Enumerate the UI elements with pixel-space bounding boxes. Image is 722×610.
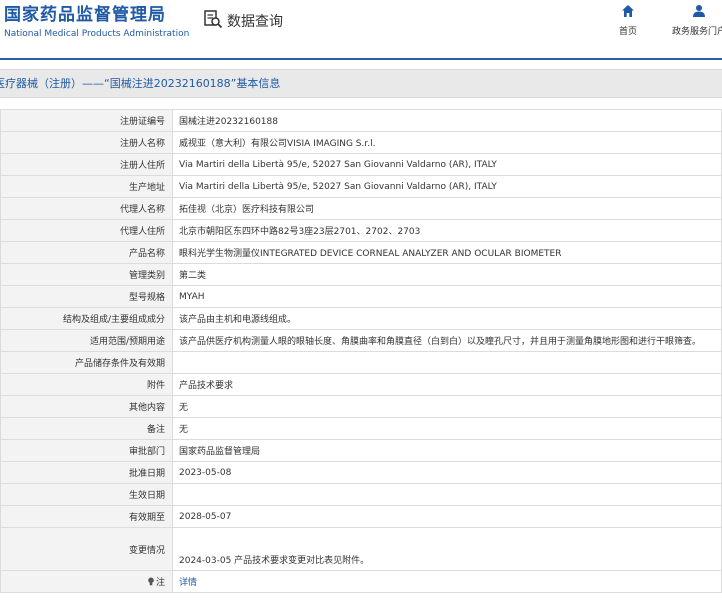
table-row: 批准日期 2023-05-08 <box>0 461 722 484</box>
table-row: 适用范围/预期用途 该产品供医疗机构测量人眼的眼轴长度、角膜曲率和角膜直径（白到白… <box>0 329 722 352</box>
table-row: 注册证编号 国械注进20232160188 <box>0 109 722 132</box>
field-label: 型号规格 <box>0 285 173 308</box>
field-value: Via Martiri della Libertà 95/e, 52027 Sa… <box>172 175 722 198</box>
table-row: 生产地址 Via Martiri della Libertà 95/e, 5202… <box>0 175 722 198</box>
table-row: 注 详情 <box>0 570 722 593</box>
site-header: 国家药品监督管理局 National Medical Products Admi… <box>0 0 722 60</box>
home-icon <box>621 3 635 22</box>
field-label: 批准日期 <box>0 461 173 484</box>
field-label: 变更情况 <box>0 527 173 571</box>
field-label: 审批部门 <box>0 439 173 462</box>
field-label: 注册人名称 <box>0 131 173 154</box>
table-row: 有效期至 2028-05-07 <box>0 505 722 528</box>
field-label-text: 注 <box>155 578 165 588</box>
field-value: 该产品供医疗机构测量人眼的眼轴长度、角膜曲率和角膜直径（白到白）以及瞳孔尺寸，并… <box>172 329 722 352</box>
table-row: 产品名称 眼科光学生物测量仪INTEGRATED DEVICE CORNEAL A… <box>0 241 722 264</box>
field-value: 2023-05-08 <box>172 461 722 484</box>
field-label: 注册人住所 <box>0 153 173 176</box>
field-label: 代理人名称 <box>0 197 173 220</box>
table-row: 附件 产品技术要求 <box>0 373 722 396</box>
table-row: 结构及组成/主要组成成分 该产品由主机和电源线组成。 <box>0 307 722 330</box>
nav-home-label: 首页 <box>618 27 637 37</box>
table-row: 代理人住所 北京市朝阳区东四环中路82号3座23层2701、2702、2703 <box>0 219 722 242</box>
title-gap <box>0 98 722 109</box>
logo-english-name: National Medical Products Administration <box>4 29 190 39</box>
field-value: 产品技术要求 <box>172 373 722 396</box>
field-label: 产品名称 <box>0 241 173 264</box>
field-label: 备注 <box>0 417 173 440</box>
field-value: 无 <box>172 395 722 418</box>
field-label: 生效日期 <box>0 483 173 506</box>
table-row: 注册人名称 威视亚（意大利）有限公司VISIA IMAGING S.r.l. <box>0 131 722 154</box>
detail-link[interactable]: 详情 <box>179 578 197 588</box>
field-value: 眼科光学生物测量仪INTEGRATED DEVICE CORNEAL ANALY… <box>172 241 722 264</box>
field-value: 威视亚（意大利）有限公司VISIA IMAGING S.r.l. <box>172 131 722 154</box>
field-value: 2024-03-05 产品技术要求变更对比表见附件。 <box>172 527 722 571</box>
table-row: 管理类别 第二类 <box>0 263 722 286</box>
field-value <box>172 351 722 374</box>
nav-gov-portal-label: 政务服务门户 <box>671 27 722 37</box>
lightbulb-icon <box>147 577 156 588</box>
nav-gov-portal[interactable]: 政务服务门户 <box>664 3 722 37</box>
logo-chinese-name: 国家药品监督管理局 <box>4 5 166 25</box>
field-label: 其他内容 <box>0 395 173 418</box>
site-logo[interactable]: 国家药品监督管理局 National Medical Products Admi… <box>4 4 189 40</box>
field-label: 注 <box>0 570 173 593</box>
table-row: 审批部门 国家药品监督管理局 <box>0 439 722 462</box>
field-label: 生产地址 <box>0 175 173 198</box>
field-value: 国家药品监督管理局 <box>172 439 722 462</box>
table-row: 产品储存条件及有效期 <box>0 351 722 374</box>
table-row: 变更情况 2024-03-05 产品技术要求变更对比表见附件。 <box>0 527 722 571</box>
data-search-icon <box>203 9 223 33</box>
field-value: Via Martiri della Libertà 95/e, 52027 Sa… <box>172 153 722 176</box>
page-title: 医疗器械（注册）——“国械注进20232160188”基本信息 <box>0 69 722 98</box>
field-label: 代理人住所 <box>0 219 173 242</box>
nav-home[interactable]: 首页 <box>612 3 644 37</box>
user-icon <box>692 3 706 22</box>
detail-table: 注册证编号 国械注进20232160188 注册人名称 威视亚（意大利）有限公司VIS… <box>0 109 722 593</box>
field-value: MYAH <box>172 285 722 308</box>
field-value: 详情 <box>172 570 722 593</box>
field-label: 注册证编号 <box>0 109 173 132</box>
table-row: 型号规格 MYAH <box>0 285 722 308</box>
field-value <box>172 483 722 506</box>
page-title-text: 医疗器械（注册）——“国械注进20232160188”基本信息 <box>0 77 281 90</box>
table-row: 备注无 <box>0 417 722 440</box>
field-label: 附件 <box>0 373 173 396</box>
field-value: 2028-05-07 <box>172 505 722 528</box>
table-row: 生效日期 <box>0 483 722 506</box>
field-value: 第二类 <box>172 263 722 286</box>
field-value: 北京市朝阳区东四环中路82号3座23层2701、2702、2703 <box>172 219 722 242</box>
field-label: 管理类别 <box>0 263 173 286</box>
field-value: 拓佳视（北京）医疗科技有限公司 <box>172 197 722 220</box>
field-label: 产品储存条件及有效期 <box>0 351 173 374</box>
field-value: 无 <box>172 417 722 440</box>
field-label: 适用范围/预期用途 <box>0 329 173 352</box>
data-query-label: 数据查询 <box>227 14 283 30</box>
field-label: 结构及组成/主要组成成分 <box>0 307 173 330</box>
table-row: 注册人住所 Via Martiri della Libertà 95/e, 520… <box>0 153 722 176</box>
table-row: 代理人名称 拓佳视（北京）医疗科技有限公司 <box>0 197 722 220</box>
table-row: 其他内容无 <box>0 395 722 418</box>
data-query-link[interactable]: 数据查询 <box>203 9 283 33</box>
field-value: 国械注进20232160188 <box>172 109 722 132</box>
header-spacer <box>0 60 722 69</box>
field-label: 有效期至 <box>0 505 173 528</box>
field-value: 该产品由主机和电源线组成。 <box>172 307 722 330</box>
